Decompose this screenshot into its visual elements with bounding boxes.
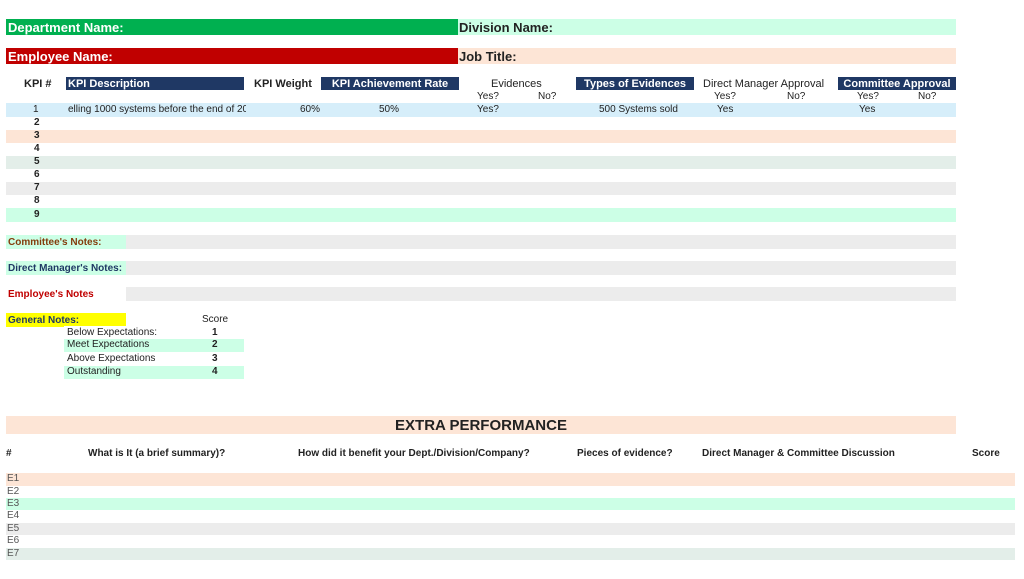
score-value: 3 <box>212 353 218 364</box>
score-row: Below Expectations: 1 <box>64 326 244 340</box>
direct-manager-approval-header: Direct Manager Approval <box>703 77 825 90</box>
score-label: Below Expectations: <box>67 327 158 338</box>
score-header: Score <box>202 314 229 325</box>
general-notes-label: General Notes: <box>6 313 126 327</box>
kpi-row-num: 2 <box>34 117 40 128</box>
score-label: Above Expectations <box>67 353 156 364</box>
kpi-row-weight[interactable]: 60% <box>300 104 320 115</box>
committee-yes-subheader: Yes? <box>857 91 879 102</box>
employee-notes-field[interactable] <box>126 287 956 301</box>
extra-row-e3[interactable]: E3 <box>6 498 1015 510</box>
kpi-row-achievement[interactable]: 50% <box>379 104 399 115</box>
kpi-row-2[interactable]: 2 <box>6 117 956 130</box>
extra-row-e6[interactable]: E6 <box>6 535 1015 548</box>
kpi-row-evidence[interactable]: Yes? <box>477 104 499 115</box>
kpi-row-num: 1 <box>33 104 39 115</box>
score-row: Meet Expectations 2 <box>64 339 244 352</box>
score-row: Outstanding 4 <box>64 366 244 379</box>
division-name-label: Division Name: <box>459 19 553 35</box>
committee-notes-label: Committee's Notes: <box>6 235 126 249</box>
kpi-num-header: KPI # <box>24 77 52 90</box>
kpi-row-num: 4 <box>34 143 40 154</box>
kpi-description-header: KPI Description <box>66 77 244 90</box>
extra-summary-header: What is It (a brief summary)? <box>88 448 226 459</box>
extra-row-e4[interactable]: E4 <box>6 510 1015 523</box>
evidence-yes-subheader: Yes? <box>477 91 499 102</box>
kpi-row-num: 9 <box>34 209 40 220</box>
kpi-row-evidence-type[interactable]: 500 Systems sold <box>599 104 678 115</box>
score-value: 2 <box>212 339 218 350</box>
extra-row-e2[interactable]: E2 <box>6 486 1015 498</box>
kpi-row-num: 5 <box>34 156 40 167</box>
score-label: Meet Expectations <box>67 339 150 350</box>
manager-no-subheader: No? <box>787 91 806 102</box>
kpi-row-4[interactable]: 4 <box>6 143 956 156</box>
committee-no-subheader: No? <box>918 91 937 102</box>
score-row: Above Expectations 3 <box>64 352 244 366</box>
department-name-label: Department Name: <box>6 19 458 35</box>
extra-evidence-header: Pieces of evidence? <box>577 448 673 459</box>
extra-benefit-header: How did it benefit your Dept./Division/C… <box>298 448 530 459</box>
kpi-row-7[interactable]: 7 <box>6 182 956 195</box>
kpi-row-5[interactable]: 5 <box>6 156 956 169</box>
kpi-row-num: 8 <box>34 195 40 206</box>
extra-row-e1[interactable]: E1 <box>6 473 1015 486</box>
committee-approval-header: Committee Approval <box>838 77 956 90</box>
evidences-header: Evidences <box>491 77 542 90</box>
kpi-row-3[interactable]: 3 <box>6 130 956 143</box>
manager-notes-label: Direct Manager's Notes: <box>6 261 126 275</box>
kpi-row-9[interactable]: 9 <box>6 208 956 222</box>
manager-notes-field[interactable] <box>126 261 956 275</box>
extra-row-e5[interactable]: E5 <box>6 523 1015 535</box>
types-of-evidences-header: Types of Evidences <box>576 77 694 90</box>
extra-discussion-header: Direct Manager & Committee Discussion <box>702 448 895 459</box>
extra-num-header: # <box>6 448 12 459</box>
kpi-row-num: 3 <box>34 130 40 141</box>
score-label: Outstanding <box>67 366 121 377</box>
kpi-row-8[interactable]: 8 <box>6 195 956 208</box>
evidence-no-subheader: No? <box>538 91 557 102</box>
extra-row-e7[interactable]: E7 <box>6 548 1015 560</box>
kpi-row-6[interactable]: 6 <box>6 169 956 182</box>
kpi-row-description[interactable]: elling 1000 systems before the end of 20… <box>68 104 246 115</box>
extra-performance-title: EXTRA PERFORMANCE <box>6 416 956 434</box>
kpi-row-num: 7 <box>34 182 40 193</box>
employee-notes-label: Employee's Notes <box>8 288 94 300</box>
kpi-row-manager-approval[interactable]: Yes <box>717 104 733 115</box>
score-value: 4 <box>212 366 218 377</box>
kpi-row-num: 6 <box>34 169 40 180</box>
job-title-label: Job Title: <box>459 48 517 64</box>
committee-notes-field[interactable] <box>126 235 956 249</box>
employee-name-label: Employee Name: <box>6 48 458 64</box>
kpi-row-committee-approval[interactable]: Yes <box>859 104 875 115</box>
manager-yes-subheader: Yes? <box>714 91 736 102</box>
kpi-row-1[interactable]: 1 elling 1000 systems before the end of … <box>6 103 956 117</box>
score-value: 1 <box>212 327 218 338</box>
extra-score-header: Score <box>972 448 1000 459</box>
kpi-achievement-header: KPI Achievement Rate <box>321 77 459 90</box>
kpi-weight-header: KPI Weight <box>254 77 312 90</box>
